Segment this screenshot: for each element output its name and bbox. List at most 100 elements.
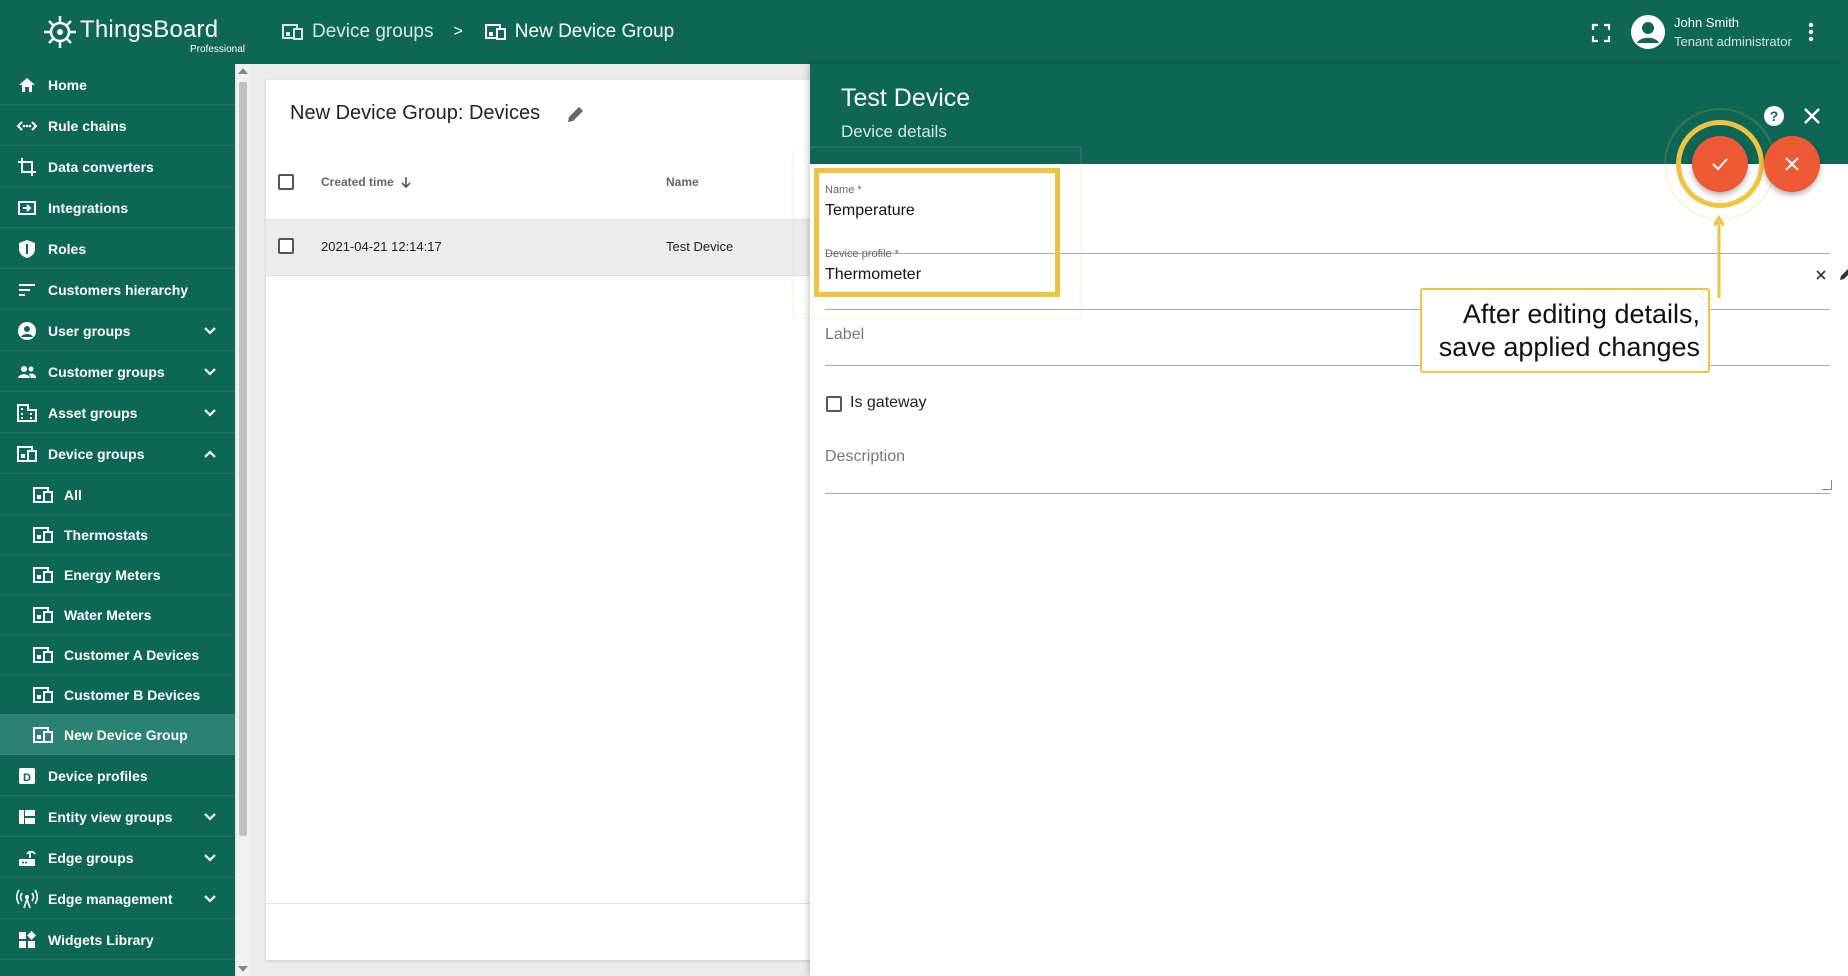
sidebar-item-label: Water Meters: [64, 607, 152, 623]
table-title: New Device Group: Devices: [290, 102, 541, 124]
hierarchy-icon: [19, 284, 35, 296]
is-gateway-label[interactable]: Is gateway: [850, 394, 926, 412]
sidebar-item-label: Widgets Library: [48, 932, 154, 948]
breadcrumb-device-groups[interactable]: Device groups: [282, 21, 433, 43]
chevron-down-icon[interactable]: [202, 405, 218, 421]
sidebar-item-new-device-group[interactable]: New Device Group: [0, 714, 235, 755]
chevron-down-icon[interactable]: [202, 323, 218, 339]
arrow-down-icon[interactable]: [399, 175, 413, 189]
sidebar-item-all[interactable]: All: [0, 474, 235, 515]
sidebar-item-entity-view-groups[interactable]: Entity view groups: [0, 796, 235, 837]
breadcrumb-parent-label: Device groups: [312, 21, 434, 42]
widgets-icon: [19, 931, 36, 948]
sidebar-item-label: Integrations: [48, 200, 129, 216]
avatar[interactable]: [1630, 14, 1666, 50]
devices-icon: [33, 567, 53, 583]
sidebar-item-customer-a-devices[interactable]: Customer A Devices: [0, 634, 235, 675]
sidebar-item-widgets-library[interactable]: Widgets Library: [0, 919, 235, 960]
integration-icon: [18, 201, 36, 215]
edit-pencil-icon[interactable]: [564, 102, 588, 126]
sidebar-item-label: Customers hierarchy: [48, 282, 189, 298]
devices-icon: [33, 527, 53, 543]
close-icon: [1785, 157, 1799, 171]
breadcrumb: Device groups > New Device Group: [282, 0, 674, 64]
row-name: Test Device: [666, 239, 734, 254]
sidebar-scrollbar[interactable]: [235, 64, 249, 976]
sidebar-item-label: Customer B Devices: [64, 687, 201, 703]
devices-icon: [33, 647, 53, 663]
column-created-time[interactable]: Created time: [321, 175, 394, 189]
devices-icon: [484, 24, 506, 40]
scroll-down-arrow-icon[interactable]: [238, 966, 248, 972]
scrollbar-thumb[interactable]: [239, 82, 247, 836]
devices-icon: [17, 446, 37, 462]
label-field-placeholder: Label: [825, 326, 865, 343]
table-footer-divider: [266, 903, 826, 904]
sidebar-item-user-groups[interactable]: User groups: [0, 310, 235, 351]
tutorial-callout: After editing details, save applied chan…: [1420, 288, 1710, 373]
sidebar-item-customer-b-devices[interactable]: Customer B Devices: [0, 674, 235, 715]
devices-icon: [33, 727, 53, 743]
sidebar-item-edge-groups[interactable]: Edge groups: [0, 837, 235, 878]
scroll-up-arrow-icon[interactable]: [238, 68, 248, 74]
sidebar-item-water-meters[interactable]: Water Meters: [0, 594, 235, 635]
account-icon: [18, 322, 36, 340]
chevron-down-icon[interactable]: [202, 809, 218, 825]
devices-icon: [33, 487, 53, 503]
table-row[interactable]: 2021-04-21 12:14:17 Test Device: [266, 220, 826, 276]
breadcrumb-separator: >: [453, 23, 463, 40]
sidebar-item-home[interactable]: Home: [0, 64, 235, 105]
thingsboard-logo-icon: [44, 16, 76, 48]
chevron-down-icon[interactable]: [202, 891, 218, 907]
sidebar-item-asset-groups[interactable]: Asset groups: [0, 392, 235, 433]
chevron-down-icon[interactable]: [202, 850, 218, 866]
chevron-up-icon[interactable]: [202, 446, 218, 462]
chevron-down-icon[interactable]: [202, 364, 218, 380]
sidebar-item-thermostats[interactable]: Thermostats: [0, 514, 235, 555]
devices-icon: [282, 24, 303, 40]
is-gateway-checkbox[interactable]: [826, 396, 842, 412]
sidebar-item-label: Edge groups: [48, 850, 134, 866]
more-vert-icon[interactable]: [1805, 20, 1817, 44]
row-checkbox[interactable]: [278, 238, 294, 254]
table-header: Created time Name: [266, 144, 826, 220]
sidebar-item-integrations[interactable]: Integrations: [0, 187, 235, 228]
sidebar-item-label: User groups: [48, 323, 131, 339]
sidebar-item-label: Home: [48, 77, 87, 93]
column-name[interactable]: Name: [666, 175, 699, 189]
sidebar-item-rule-chains[interactable]: Rule chains: [0, 105, 235, 146]
sidebar-item-label: Edge management: [48, 891, 173, 907]
sidebar-item-label: Roles: [48, 241, 87, 257]
clear-profile-icon[interactable]: [1814, 268, 1828, 282]
building-icon: [17, 404, 37, 422]
sidebar-item-device-groups[interactable]: Device groups: [0, 433, 235, 474]
rule-chain-icon: [16, 121, 38, 131]
devices-icon: [33, 607, 53, 623]
fullscreen-icon[interactable]: [1590, 22, 1612, 44]
sidebar-item-energy-meters[interactable]: Energy Meters: [0, 554, 235, 595]
edit-profile-icon[interactable]: [1838, 266, 1848, 282]
breadcrumb-current: New Device Group: [484, 21, 674, 43]
close-icon[interactable]: [1800, 104, 1824, 128]
sidebar: Home Rule chains Data converters Integra…: [0, 64, 235, 976]
sidebar-item-label: Customer A Devices: [64, 647, 200, 663]
row-created-time: 2021-04-21 12:14:17: [321, 239, 442, 254]
shield-icon: [19, 240, 35, 258]
sidebar-item-data-converters[interactable]: Data converters: [0, 146, 235, 187]
sidebar-item-label: Customer groups: [48, 364, 165, 380]
description-field[interactable]: Description: [825, 448, 1830, 494]
top-bar: ThingsBoard Professional Device groups >…: [0, 0, 1848, 64]
sidebar-item-label: All: [64, 487, 82, 503]
sidebar-item-customer-groups[interactable]: Customer groups: [0, 351, 235, 392]
sidebar-item-edge-management[interactable]: Edge management: [0, 878, 235, 919]
select-all-checkbox[interactable]: [278, 174, 294, 190]
antenna-icon: [16, 889, 38, 909]
svg-text:D: D: [23, 772, 31, 784]
textarea-resize-handle[interactable]: [1822, 480, 1832, 490]
sidebar-item-customers-hierarchy[interactable]: Customers hierarchy: [0, 269, 235, 310]
brand-logo[interactable]: ThingsBoard Professional: [40, 10, 245, 55]
sidebar-item-roles[interactable]: Roles: [0, 228, 235, 269]
sidebar-item-device-profiles[interactable]: D Device profiles: [0, 755, 235, 796]
brand-title: ThingsBoard: [80, 16, 219, 43]
help-icon[interactable]: ?: [1762, 104, 1786, 128]
